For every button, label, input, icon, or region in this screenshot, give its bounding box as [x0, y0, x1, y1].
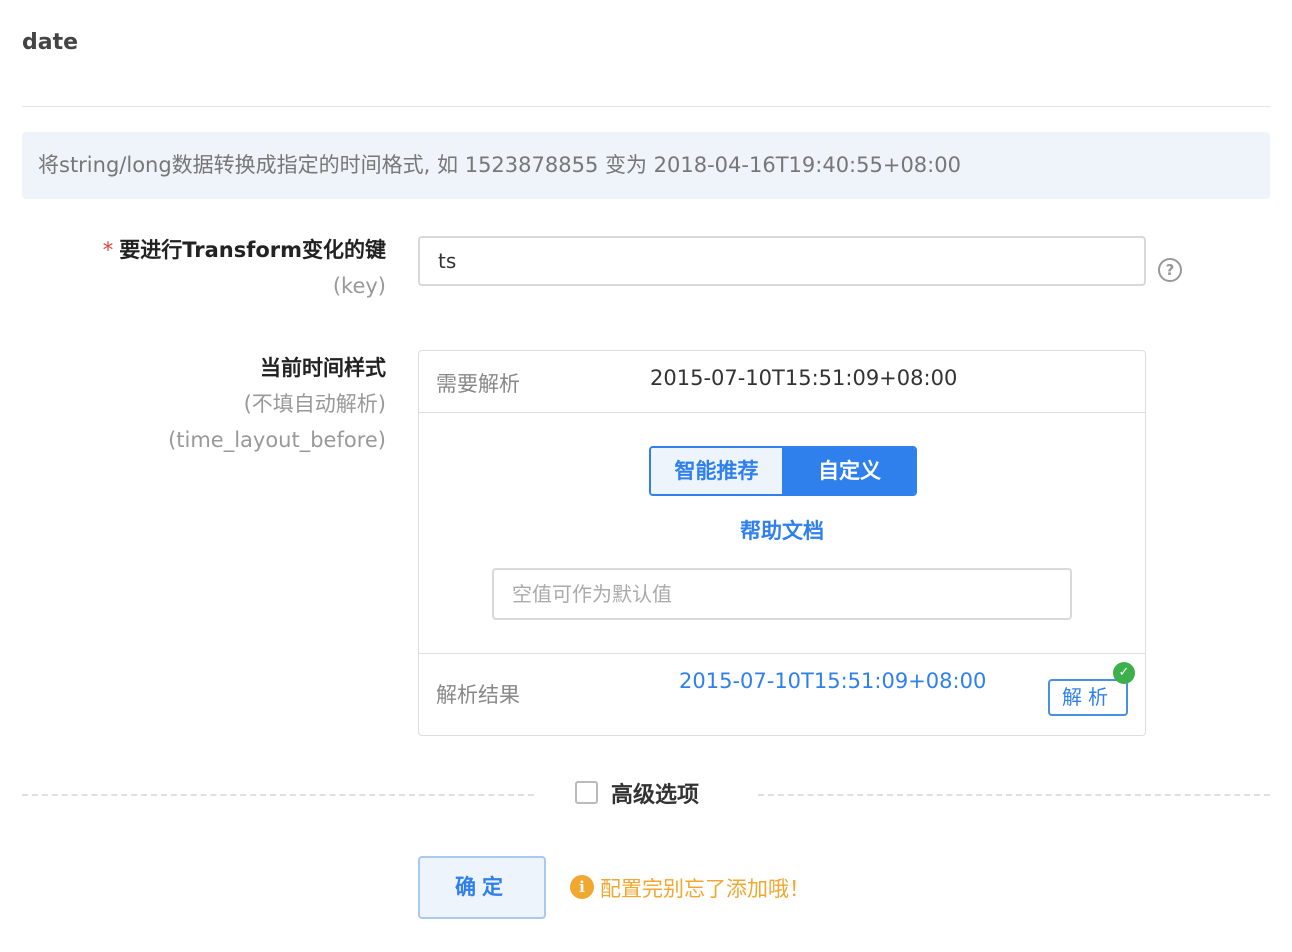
confirm-button[interactable]: 确定 [418, 856, 546, 919]
title-divider [22, 106, 1270, 107]
parse-source-label: 需要解析 [436, 372, 520, 396]
tab-smart-recommend[interactable]: 智能推荐 [651, 448, 784, 494]
advanced-options-checkbox[interactable] [575, 781, 598, 804]
layout-sublabel-1: (不填自动解析) [243, 392, 386, 416]
info-banner: 将string/long数据转换成指定的时间格式, 如 1523878855 变… [22, 132, 1270, 199]
parse-result-row: 解析结果 2015-07-10T15:51:09+08:00 解析 ✓ [419, 653, 1145, 736]
advanced-divider-right [758, 794, 1270, 796]
key-input[interactable]: ts [418, 236, 1146, 286]
info-circle-icon: i [570, 875, 594, 899]
layout-label-text: 当前时间样式 [260, 356, 386, 380]
time-layout-panel: 需要解析 2015-07-10T15:51:09+08:00 智能推荐 自定义 … [418, 350, 1146, 736]
key-sublabel: (key) [332, 274, 386, 298]
parse-source-value: 2015-07-10T15:51:09+08:00 [650, 366, 958, 390]
parse-result-label: 解析结果 [436, 683, 520, 707]
layout-sublabel-2: (time_layout_before) [168, 428, 386, 452]
page-title: date [22, 30, 79, 55]
layout-field-label: 当前时间样式 (不填自动解析) (time_layout_before) [168, 350, 386, 458]
question-circle-icon[interactable]: ? [1158, 258, 1182, 282]
tab-custom[interactable]: 自定义 [784, 448, 915, 494]
parse-button[interactable]: 解析 [1048, 679, 1128, 716]
parse-source-row: 需要解析 2015-07-10T15:51:09+08:00 [419, 351, 1145, 413]
parse-result-value: 2015-07-10T15:51:09+08:00 [679, 669, 987, 693]
mode-segmented-control: 智能推荐 自定义 [649, 446, 917, 496]
layout-input[interactable]: 空值可作为默认值 [492, 568, 1072, 620]
advanced-divider-left [22, 794, 534, 796]
advanced-options-label[interactable]: 高级选项 [611, 777, 699, 809]
warning-text: 配置完别忘了添加哦！ [600, 877, 810, 901]
check-circle-icon: ✓ [1113, 662, 1135, 684]
key-label-text: 要进行Transform变化的键 [119, 238, 386, 262]
required-mark: * [102, 238, 114, 262]
help-doc-link[interactable]: 帮助文档 [419, 515, 1145, 545]
key-field-label: * 要进行Transform变化的键 (key) [103, 232, 386, 304]
